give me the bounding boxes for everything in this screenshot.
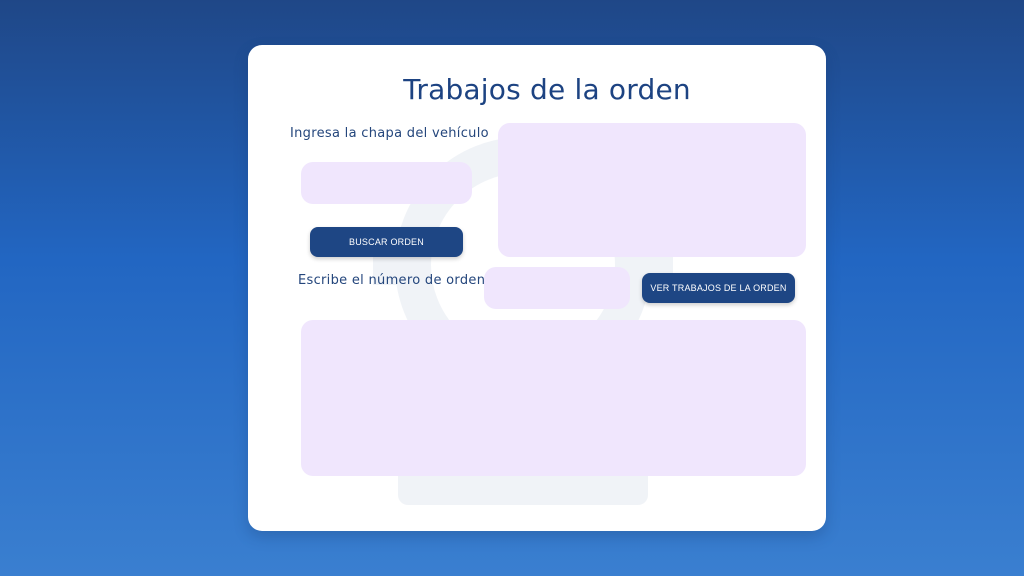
order-jobs-panel: [301, 320, 806, 476]
order-number-label: Escribe el número de orden: [298, 273, 486, 288]
order-number-input[interactable]: [484, 267, 630, 309]
main-card: Trabajos de la orden Ingresa la chapa de…: [248, 45, 826, 531]
plate-input[interactable]: [301, 162, 472, 204]
plate-label: Ingresa la chapa del vehículo: [290, 126, 489, 141]
page-title: Trabajos de la orden: [403, 73, 691, 106]
vehicle-info-panel: [498, 123, 806, 257]
view-order-jobs-button[interactable]: VER TRABAJOS DE LA ORDEN: [642, 273, 795, 303]
search-order-button[interactable]: BUSCAR ORDEN: [310, 227, 463, 257]
